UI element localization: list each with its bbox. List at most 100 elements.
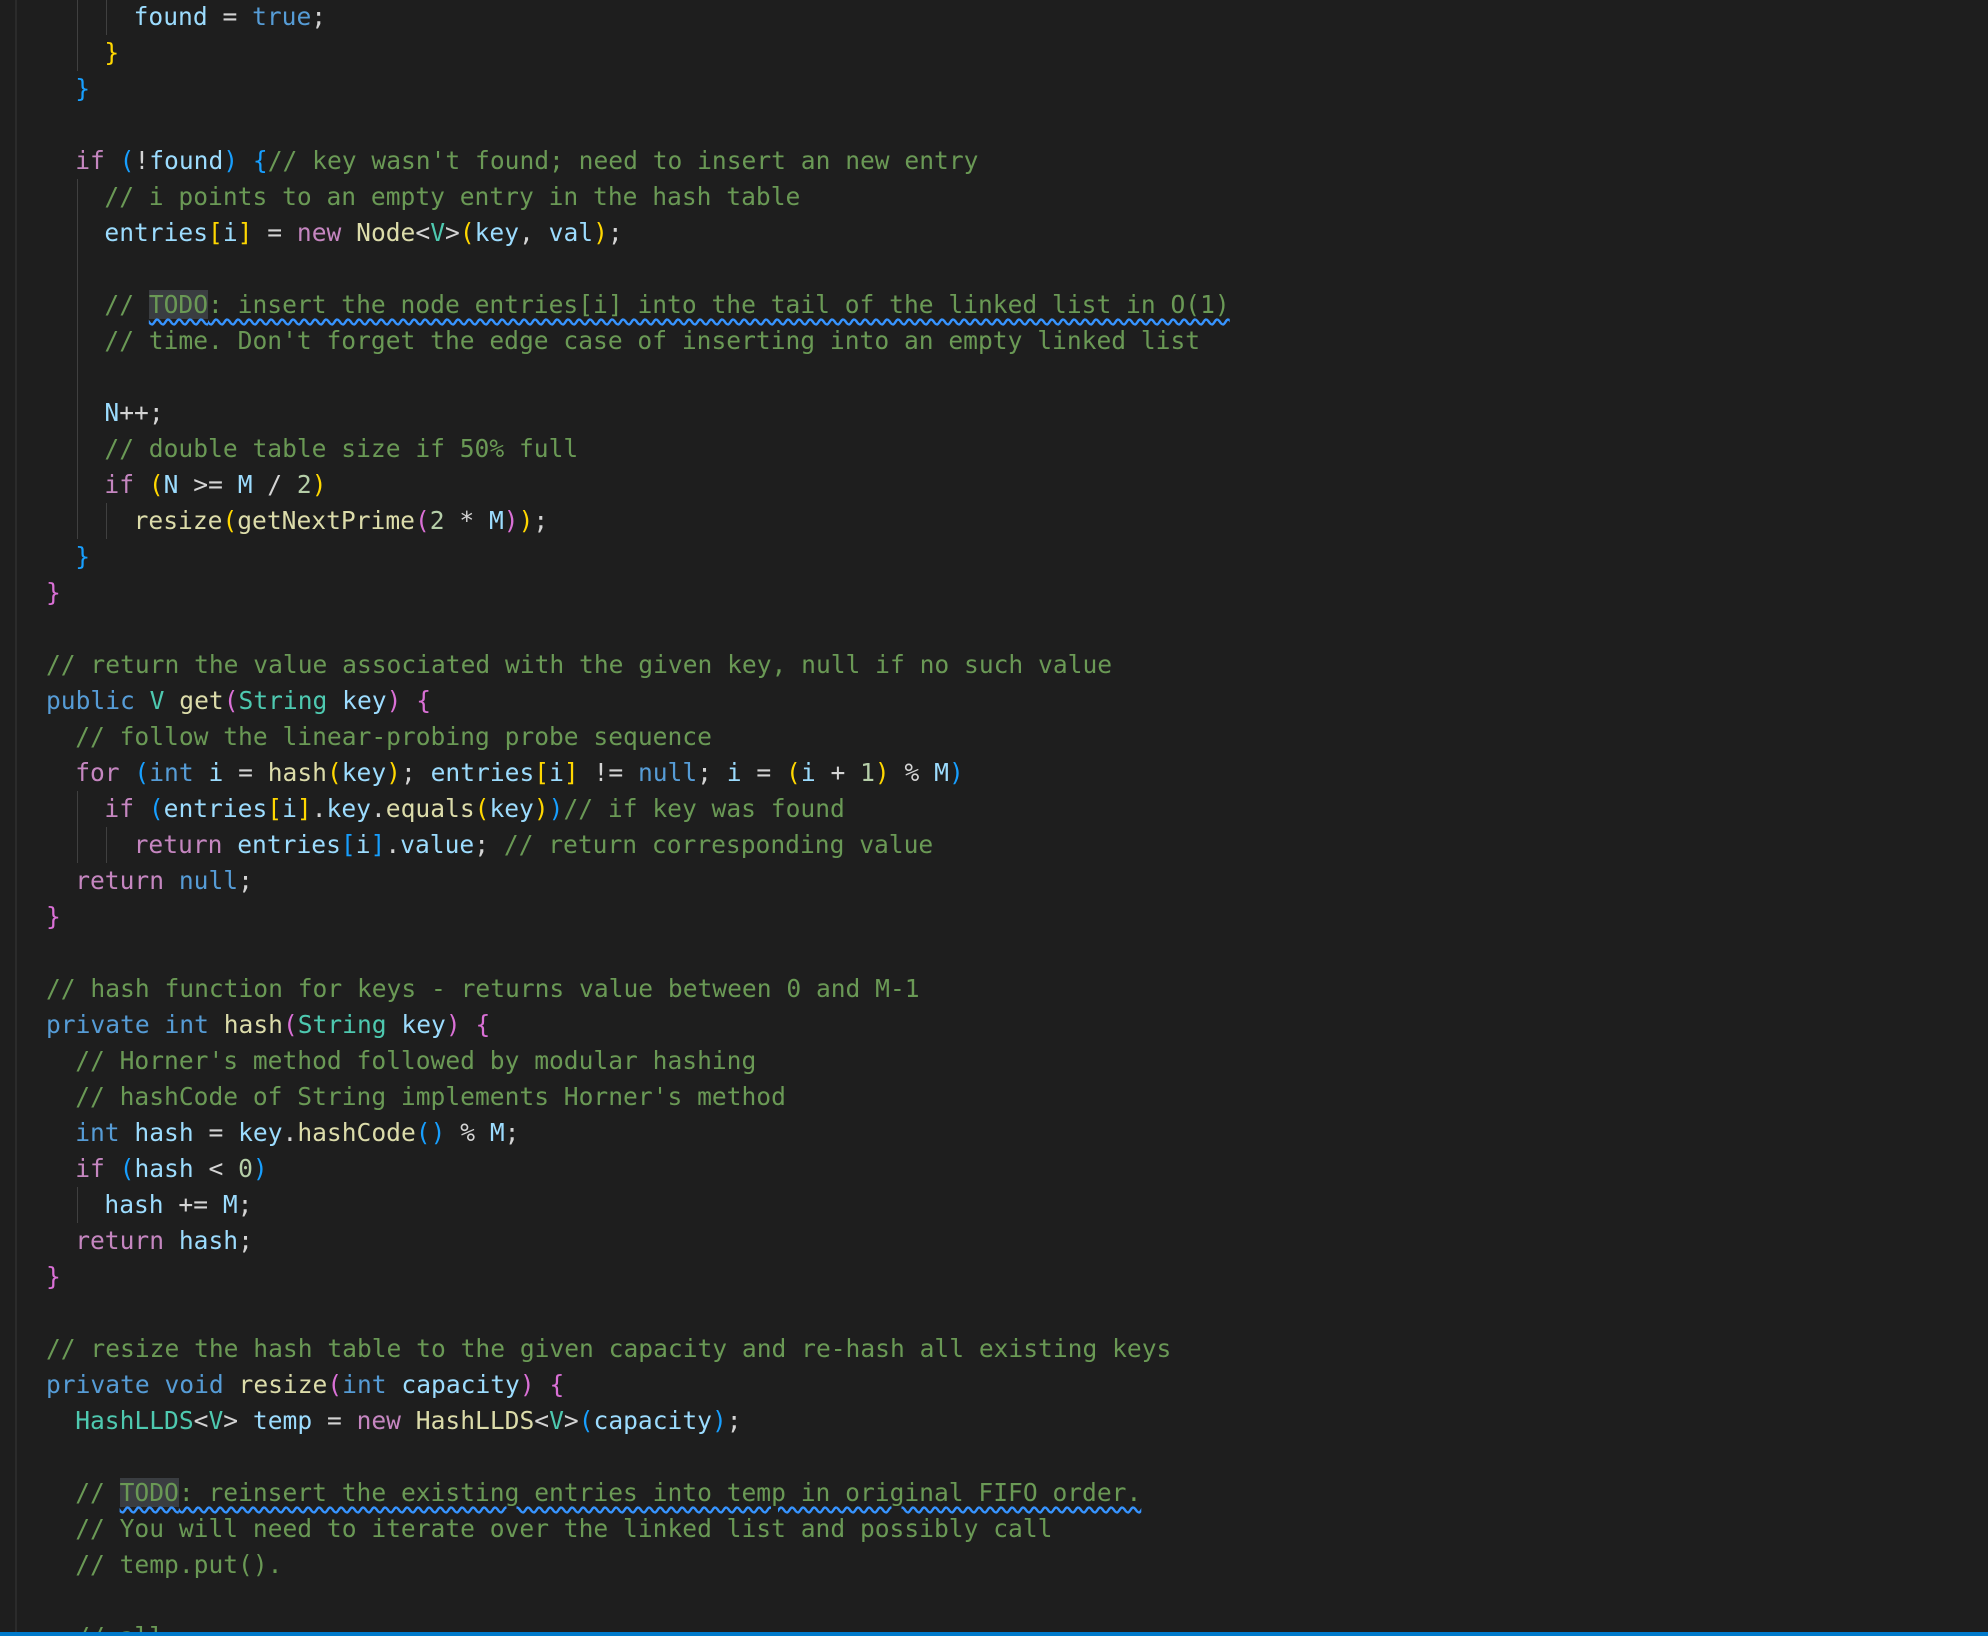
- indent-guide: [77, 0, 79, 35]
- code-line[interactable]: entries[i] = new Node<V>(key, val);: [0, 215, 1988, 251]
- indent-guide: [77, 359, 79, 395]
- code-line[interactable]: }: [0, 35, 1988, 71]
- indent-guide: [106, 503, 108, 539]
- code-line[interactable]: // return the value associated with the …: [0, 647, 1988, 683]
- code-line[interactable]: if (N >= M / 2): [0, 467, 1988, 503]
- code-text: // return the value associated with the …: [46, 647, 1112, 683]
- code-line[interactable]: return entries[i].value; // return corre…: [0, 827, 1988, 863]
- code-text: private int hash(String key) {: [46, 1007, 490, 1043]
- code-line[interactable]: [0, 251, 1988, 287]
- code-line[interactable]: HashLLDS<V> temp = new HashLLDS<V>(capac…: [0, 1403, 1988, 1439]
- code-line[interactable]: if (hash < 0): [0, 1151, 1988, 1187]
- code-token: =: [223, 758, 268, 787]
- code-token: (): [415, 1118, 446, 1147]
- code-line[interactable]: // You will need to iterate over the lin…: [0, 1511, 1988, 1547]
- code-token: V: [549, 1406, 564, 1435]
- code-token: hash: [134, 1154, 194, 1183]
- code-token: void: [164, 1370, 224, 1399]
- code-line[interactable]: }: [0, 71, 1988, 107]
- code-token: resize: [238, 1370, 328, 1399]
- code-line[interactable]: // temp.put().: [0, 1547, 1988, 1583]
- code-line[interactable]: if (entries[i].key.equals(key))// if key…: [0, 791, 1988, 827]
- code-line[interactable]: int hash = key.hashCode() % M;: [0, 1115, 1988, 1151]
- code-token: HashLLDS: [415, 1406, 535, 1435]
- code-line[interactable]: if (!found) {// key wasn't found; need t…: [0, 143, 1988, 179]
- code-token: ;: [697, 758, 727, 787]
- code-token: //: [104, 290, 149, 319]
- code-line[interactable]: return null;: [0, 863, 1988, 899]
- code-line[interactable]: private void resize(int capacity) {: [0, 1367, 1988, 1403]
- code-token: key: [342, 686, 387, 715]
- code-token: +: [815, 758, 861, 787]
- code-text: HashLLDS<V> temp = new HashLLDS<V>(capac…: [75, 1403, 741, 1439]
- code-line[interactable]: // TODO: reinsert the existing entries i…: [0, 1475, 1988, 1511]
- code-line[interactable]: public V get(String key) {: [0, 683, 1988, 719]
- code-token: =: [741, 758, 787, 787]
- code-token: (: [578, 1406, 594, 1435]
- code-text: }: [46, 575, 61, 611]
- code-line[interactable]: // i points to an empty entry in the has…: [0, 179, 1988, 215]
- code-line[interactable]: [0, 935, 1988, 971]
- code-line[interactable]: for (int i = hash(key); entries[i] != nu…: [0, 755, 1988, 791]
- code-token: int: [75, 1118, 120, 1147]
- code-token: // if key was found: [563, 794, 845, 823]
- code-line[interactable]: N++;: [0, 395, 1988, 431]
- code-editor[interactable]: found = true;}} if (!found) {// key wasn'…: [0, 0, 1988, 1636]
- code-line[interactable]: [0, 359, 1988, 395]
- code-line[interactable]: [0, 611, 1988, 647]
- code-token: ): [503, 506, 519, 535]
- code-token: i: [355, 830, 371, 859]
- code-line[interactable]: // follow the linear-probing probe seque…: [0, 719, 1988, 755]
- code-token: return: [75, 866, 165, 895]
- code-text: N++;: [104, 395, 163, 431]
- code-token: <: [193, 1406, 209, 1435]
- code-token: ;: [533, 506, 549, 535]
- code-token: ): [519, 1370, 535, 1399]
- code-line[interactable]: }: [0, 575, 1988, 611]
- code-token: key: [326, 794, 371, 823]
- status-bar-edge: [0, 1632, 1988, 1636]
- code-text: if (!found) {// key wasn't found; need t…: [75, 143, 978, 179]
- code-line[interactable]: [0, 1439, 1988, 1475]
- code-line[interactable]: // resize the hash table to the given ca…: [0, 1331, 1988, 1367]
- code-token: i: [282, 794, 297, 823]
- code-token: // follow the linear-probing probe seque…: [75, 722, 712, 751]
- code-token: // return the value associated with the …: [46, 650, 1113, 679]
- indent-guide: [77, 287, 79, 323]
- code-line[interactable]: }: [0, 539, 1988, 575]
- code-text: }: [46, 1259, 61, 1295]
- code-token: ;: [238, 866, 253, 895]
- code-line[interactable]: // time. Don't forget the edge case of i…: [0, 323, 1988, 359]
- code-line[interactable]: [0, 1583, 1988, 1619]
- code-token: private: [46, 1010, 150, 1039]
- code-line[interactable]: // double table size if 50% full: [0, 431, 1988, 467]
- code-token: ): [548, 794, 564, 823]
- code-token: ): [533, 794, 549, 823]
- code-token: // time. Don't forget the edge case of i…: [104, 326, 1201, 355]
- code-line[interactable]: // hashCode of String implements Horner'…: [0, 1079, 1988, 1115]
- code-line[interactable]: [0, 1295, 1988, 1331]
- code-line[interactable]: }: [0, 899, 1988, 935]
- code-line[interactable]: return hash;: [0, 1223, 1988, 1259]
- code-token: null: [178, 866, 239, 895]
- code-token: N: [104, 398, 120, 427]
- code-token: N: [163, 470, 179, 499]
- code-token: M: [222, 1190, 238, 1219]
- code-line[interactable]: private int hash(String key) {: [0, 1007, 1988, 1043]
- code-line[interactable]: // TODO: insert the node entries[i] into…: [0, 287, 1988, 323]
- code-line[interactable]: hash += M;: [0, 1187, 1988, 1223]
- code-token: found: [133, 2, 208, 31]
- code-line[interactable]: resize(getNextPrime(2 * M));: [0, 503, 1988, 539]
- code-line[interactable]: }: [0, 1259, 1988, 1295]
- code-line[interactable]: found = true;: [0, 0, 1988, 35]
- code-token: %: [889, 758, 935, 787]
- code-line[interactable]: // Horner's method followed by modular h…: [0, 1043, 1988, 1079]
- code-line[interactable]: [0, 107, 1988, 143]
- code-token: return: [133, 830, 223, 859]
- code-token: hash: [104, 1190, 164, 1219]
- code-token: }: [104, 38, 120, 67]
- code-line[interactable]: // hash function for keys - returns valu…: [0, 971, 1988, 1007]
